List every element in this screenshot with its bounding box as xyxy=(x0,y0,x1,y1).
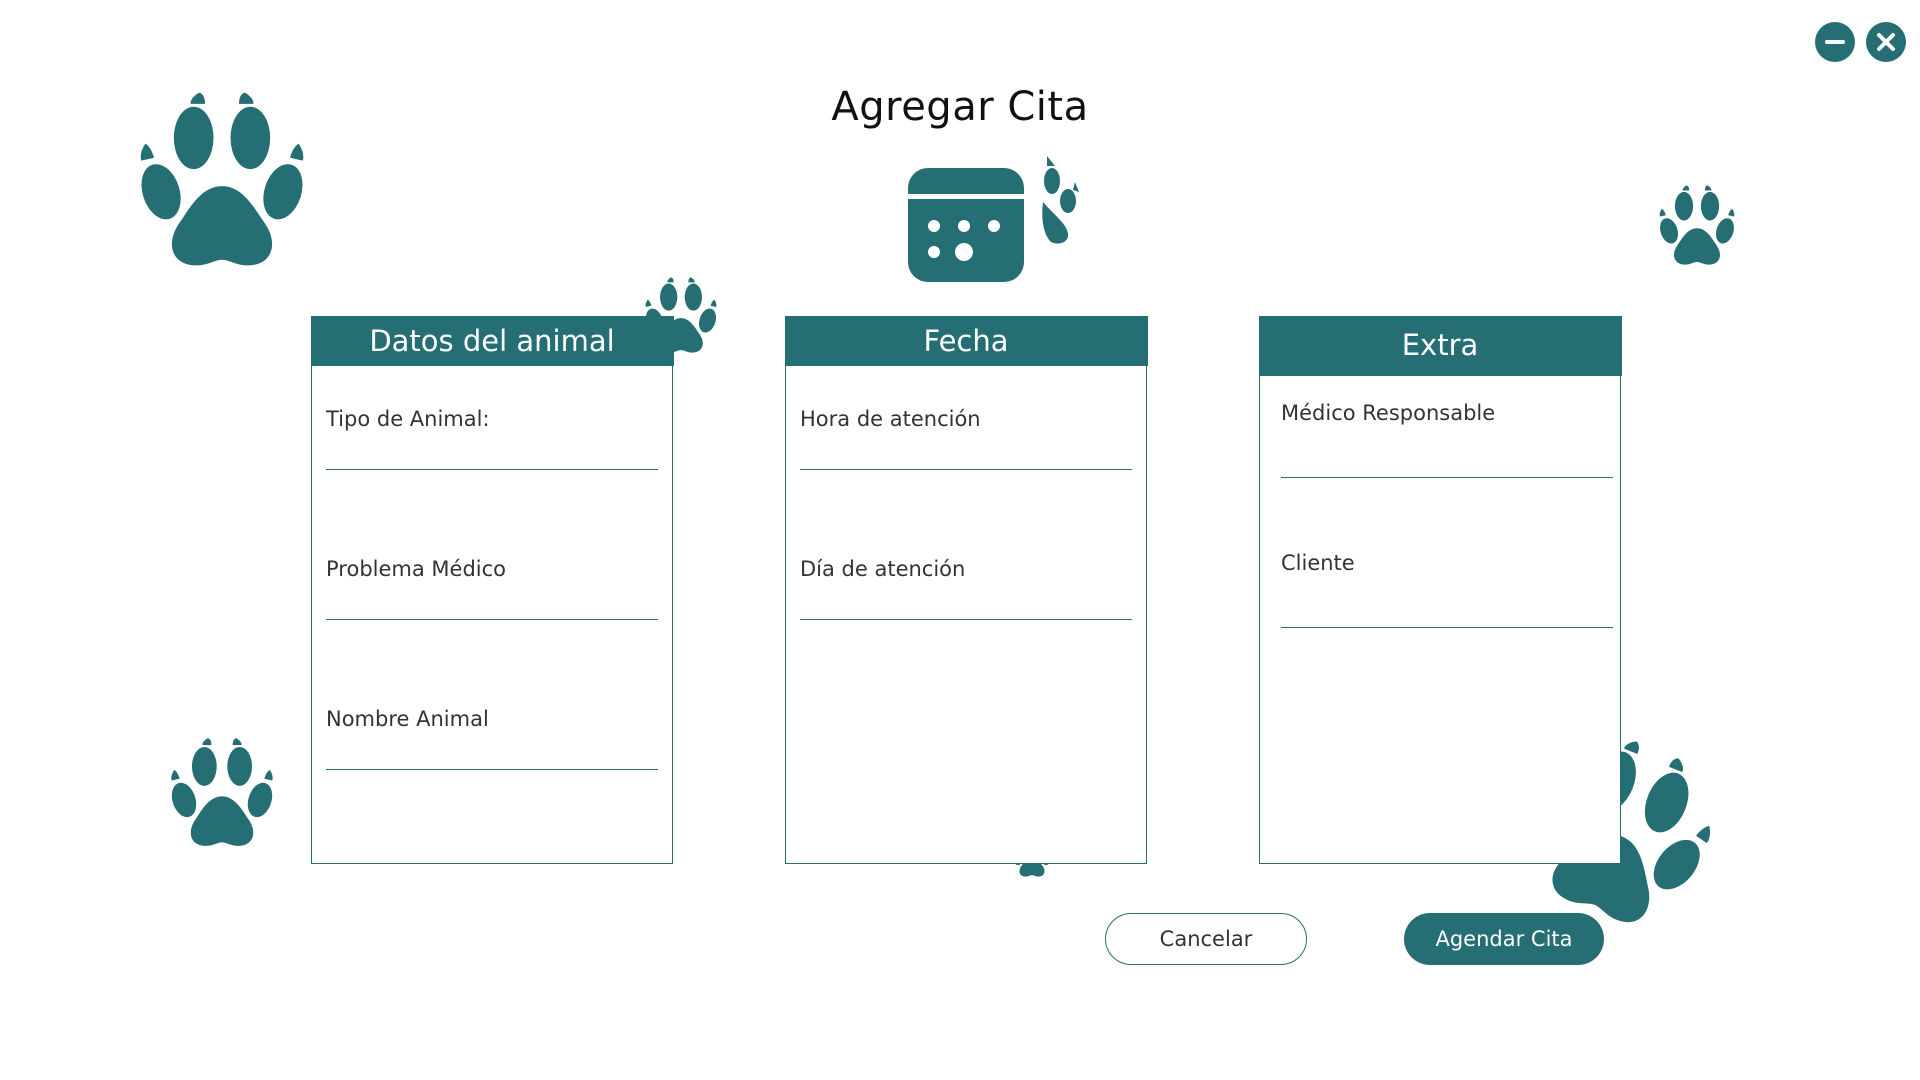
dia-atencion-field[interactable] xyxy=(800,581,1132,620)
hora-atencion-field[interactable] xyxy=(800,431,1132,470)
panel-datos-animal: Datos del animal Tipo de Animal: Problem… xyxy=(310,315,674,864)
problema-medico-field[interactable] xyxy=(326,581,658,620)
label-problema-medico: Problema Médico xyxy=(326,557,506,581)
medico-responsable-field[interactable] xyxy=(1281,439,1613,478)
label-cliente: Cliente xyxy=(1281,551,1355,575)
nombre-animal-field[interactable] xyxy=(326,731,658,770)
page-title: Agregar Cita xyxy=(831,84,1089,130)
label-tipo-animal: Tipo de Animal: xyxy=(326,407,490,431)
label-hora-atencion: Hora de atención xyxy=(800,407,981,431)
close-x-icon xyxy=(1877,33,1895,51)
label-medico-responsable: Médico Responsable xyxy=(1281,401,1496,425)
cliente-field[interactable] xyxy=(1281,589,1613,628)
cancel-button[interactable]: Cancelar xyxy=(1105,913,1307,965)
panel-header-datos-animal: Datos del animal xyxy=(310,315,674,366)
label-dia-atencion: Día de atención xyxy=(800,557,966,581)
close-button[interactable] xyxy=(1866,22,1906,62)
panel-extra: Extra Médico Responsable Cliente xyxy=(1258,315,1622,864)
agregar-cita-window: Agregar Cita Datos del animal Tipo de An… xyxy=(0,0,1920,1080)
minus-icon xyxy=(1825,40,1845,44)
tipo-animal-field[interactable] xyxy=(326,431,658,470)
minimize-button[interactable] xyxy=(1815,22,1855,62)
paw-print-icon xyxy=(1658,182,1736,268)
calendar-paw-icon xyxy=(908,156,1079,282)
paw-print-icon xyxy=(169,734,275,850)
agendar-cita-button[interactable]: Agendar Cita xyxy=(1404,913,1604,965)
panel-header-fecha: Fecha xyxy=(784,315,1148,366)
panel-fecha: Fecha Hora de atención Día de atención xyxy=(784,315,1148,864)
panel-header-extra: Extra xyxy=(1258,315,1622,376)
label-nombre-animal: Nombre Animal xyxy=(326,707,489,731)
